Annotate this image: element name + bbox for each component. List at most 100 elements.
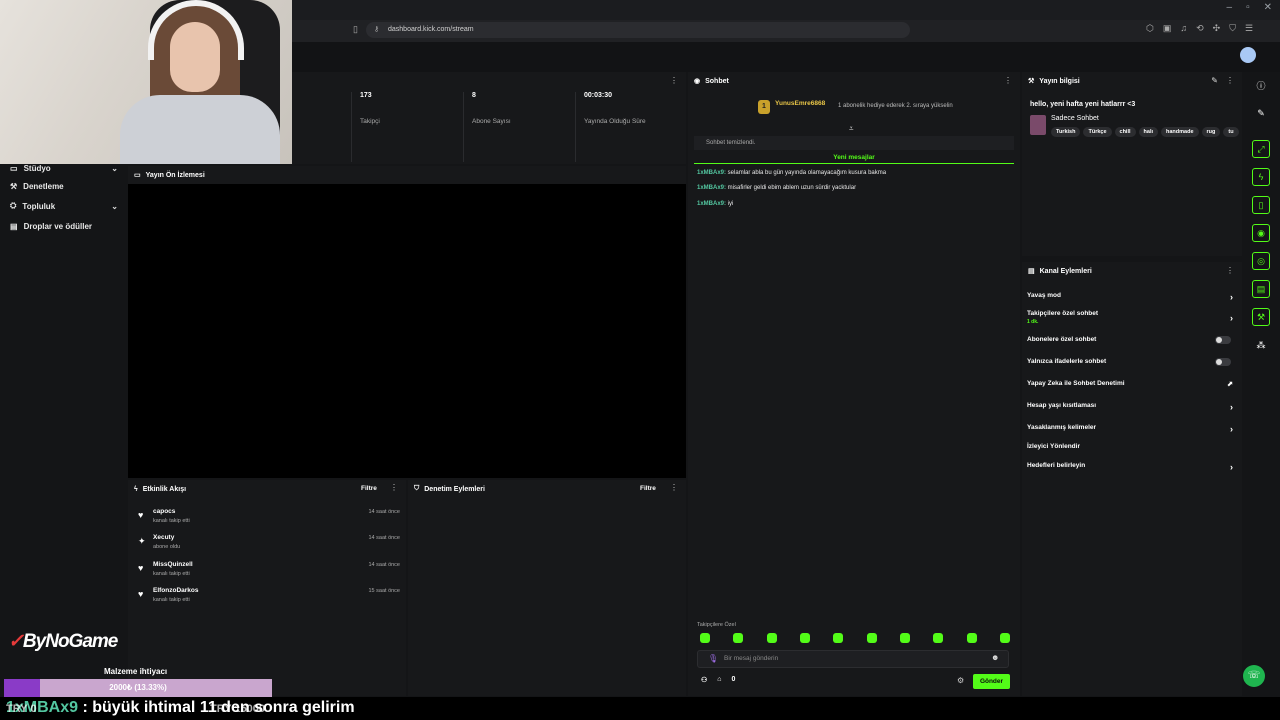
help-button[interactable]: ☏ [1243, 665, 1265, 687]
emote[interactable] [833, 633, 844, 643]
studio-icon: ▭ [10, 163, 18, 173]
ticker-min-label: TRY 0 [6, 703, 37, 715]
puzzle-icon[interactable]: ✣ [1213, 23, 1221, 34]
sidebar-item-community[interactable]: ⛭ Topluluk ⌄ [0, 196, 128, 216]
history-icon[interactable]: ⟲ [1196, 23, 1204, 34]
gavel-icon: ⚒ [10, 181, 18, 191]
more-icon[interactable]: ⋮ [390, 483, 398, 492]
broadcast-icon[interactable]: ◎ [1252, 252, 1270, 270]
chart-icon: ⬈ [1227, 381, 1233, 388]
filter-button[interactable]: Filtre [640, 485, 656, 492]
emoji-icon[interactable]: ☻ [991, 653, 999, 662]
raid-row[interactable]: İzleyici Yönlendir [1027, 443, 1233, 459]
goals-row[interactable]: Hedefleri belirleyin › [1027, 462, 1233, 478]
slow-mode-row[interactable]: Yavaş mod › [1027, 292, 1233, 308]
banned-words-row[interactable]: Yasaklanmış kelimeler › [1027, 424, 1233, 440]
followers-only-row[interactable]: Takipçilere özel sohbet 1 dk. › [1027, 310, 1233, 326]
emote[interactable] [766, 633, 777, 643]
maximize-icon[interactable]: ▫ [1246, 2, 1250, 13]
stream-info-panel: ⚒ Yayın bilgisi ✎ ⋮ hello, yeni hafta ye… [1022, 72, 1242, 256]
music-icon[interactable]: ♫ [1180, 23, 1187, 34]
chat-icon[interactable]: ◉ [1252, 224, 1270, 242]
more-icon[interactable]: ⋮ [1226, 266, 1234, 275]
more-icon[interactable]: ⋮ [1226, 76, 1234, 85]
list-item: ♥ MissQuinzell kanalı takip etti 14 saat… [138, 561, 400, 577]
moderation-actions-panel: ⛉ Denetim Eylemleri Filtre ⋮ [408, 480, 686, 696]
emote[interactable] [733, 633, 744, 643]
pinned-user: YunusEmre6868 [775, 100, 826, 107]
points-count: 0 [731, 676, 736, 683]
collapse-icon[interactable]: ⩡ [849, 124, 854, 134]
sidebar-item-drops[interactable]: ▤ Droplar ve ödüller [0, 216, 128, 236]
shield-icon[interactable]: ⛉ [1229, 23, 1236, 34]
emote-only-row[interactable]: Yalnızca ifadelerle sohbet [1027, 358, 1233, 374]
url-text: dashboard.kick.com/stream [388, 26, 474, 33]
bolt-icon[interactable]: ϟ [1252, 168, 1270, 186]
close-icon[interactable]: ✕ [1264, 2, 1272, 13]
ai-moderation-row[interactable]: Yapay Zeka ile Sohbet Denetimi ⬈ [1027, 380, 1233, 396]
tag: halı [1138, 127, 1159, 137]
pinned-gift-banner[interactable]: 1 YunusEmre6868 1 abonelik hediye ederek… [698, 100, 1010, 126]
extension-icon[interactable]: ⬡ [1146, 23, 1154, 34]
users-icon[interactable]: ⚇ [701, 676, 707, 684]
gift-badge: 1 [758, 100, 770, 114]
chevron-down-icon: ⌄ [111, 163, 118, 173]
mic-icon[interactable]: 🎙 [708, 654, 718, 663]
wrench-icon[interactable]: ⚒ [1252, 308, 1270, 326]
points-icon: ⌂ [717, 676, 722, 683]
url-field[interactable]: ⚷ dashboard.kick.com/stream [366, 22, 910, 38]
menu-icon[interactable]: ☰ [1245, 23, 1253, 34]
apps-icon[interactable]: ⁂ [1252, 336, 1270, 354]
panel-header: ⚒ Yayın bilgisi [1022, 72, 1242, 90]
pencil-icon[interactable]: ✎ [1252, 104, 1270, 122]
emote[interactable] [966, 633, 977, 643]
panel-header: ▭ Yayın Ön İzlemesi [128, 166, 686, 184]
filter-button[interactable]: Filtre [361, 485, 377, 492]
emote[interactable] [700, 633, 710, 643]
emote-only-toggle[interactable] [1215, 358, 1231, 366]
tag: Türkçe [1083, 127, 1112, 137]
more-icon[interactable]: ⋮ [1004, 76, 1012, 85]
panel-title: Etkinlik Akışı [142, 485, 187, 493]
subscribers-only-row[interactable]: Abonelere özel sohbet [1027, 336, 1233, 352]
expand-icon[interactable]: ⤢ [1252, 140, 1270, 158]
gear-icon[interactable]: ⚙ [957, 676, 964, 685]
chevron-right-icon: › [1230, 402, 1233, 412]
subscribers-only-toggle[interactable] [1215, 336, 1231, 344]
account-age-row[interactable]: Hesap yaşı kısıtlaması › [1027, 402, 1233, 418]
list-icon[interactable]: ▤ [1252, 280, 1270, 298]
emote[interactable] [899, 633, 910, 643]
stream-preview-panel: ▭ Yayın Ön İzlemesi [128, 166, 686, 478]
chat-cleared-notice: Sohbet temizlendi. [694, 136, 1014, 150]
chevron-right-icon: › [1230, 313, 1233, 323]
sidebar: ▭ Stüdyo ⌄ ⚒ Denetleme ⛭ Topluluk ⌄ ▤ Dr… [0, 164, 128, 696]
emote[interactable] [799, 633, 810, 643]
more-icon[interactable]: ⋮ [670, 76, 678, 85]
actions-icon: ▤ [1028, 268, 1035, 275]
emote[interactable] [933, 633, 944, 643]
emote[interactable] [999, 633, 1010, 643]
divider [575, 92, 576, 162]
avatar[interactable] [1240, 47, 1256, 63]
more-icon[interactable]: ⋮ [670, 483, 678, 492]
goal-label: Malzeme ihtiyacı [104, 667, 168, 676]
community-icon: ⛭ [10, 201, 17, 210]
info-icon[interactable]: ⓘ [1252, 76, 1270, 94]
chevron-right-icon: › [1230, 424, 1233, 434]
screenshot-icon[interactable]: ▣ [1163, 23, 1172, 34]
document-icon[interactable]: ▯ [1252, 196, 1270, 214]
minimize-icon[interactable]: – [1227, 2, 1233, 13]
channel-actions-panel: ▤ Kanal Eylemleri ⋮ Yavaş mod › Takipçil… [1022, 262, 1242, 696]
tag: tu [1223, 127, 1239, 137]
emote[interactable] [866, 633, 877, 643]
ticker-max-label: TRY 15000 [210, 703, 266, 715]
edit-icon[interactable]: ✎ [1211, 76, 1218, 85]
chat-input[interactable]: Bir mesaj gönderin [697, 650, 1009, 668]
subscribers-label: Abone Sayısı [472, 118, 511, 125]
sidebar-item-moderation[interactable]: ⚒ Denetleme [0, 176, 128, 196]
panel-title: Yayın Ön İzlemesi [145, 171, 205, 179]
star-icon: ✦ [138, 536, 146, 546]
subscribers-value: 8 [472, 92, 476, 99]
send-button[interactable]: Gönder [973, 674, 1010, 689]
bookmark-icon[interactable]: ▯ [353, 24, 358, 35]
